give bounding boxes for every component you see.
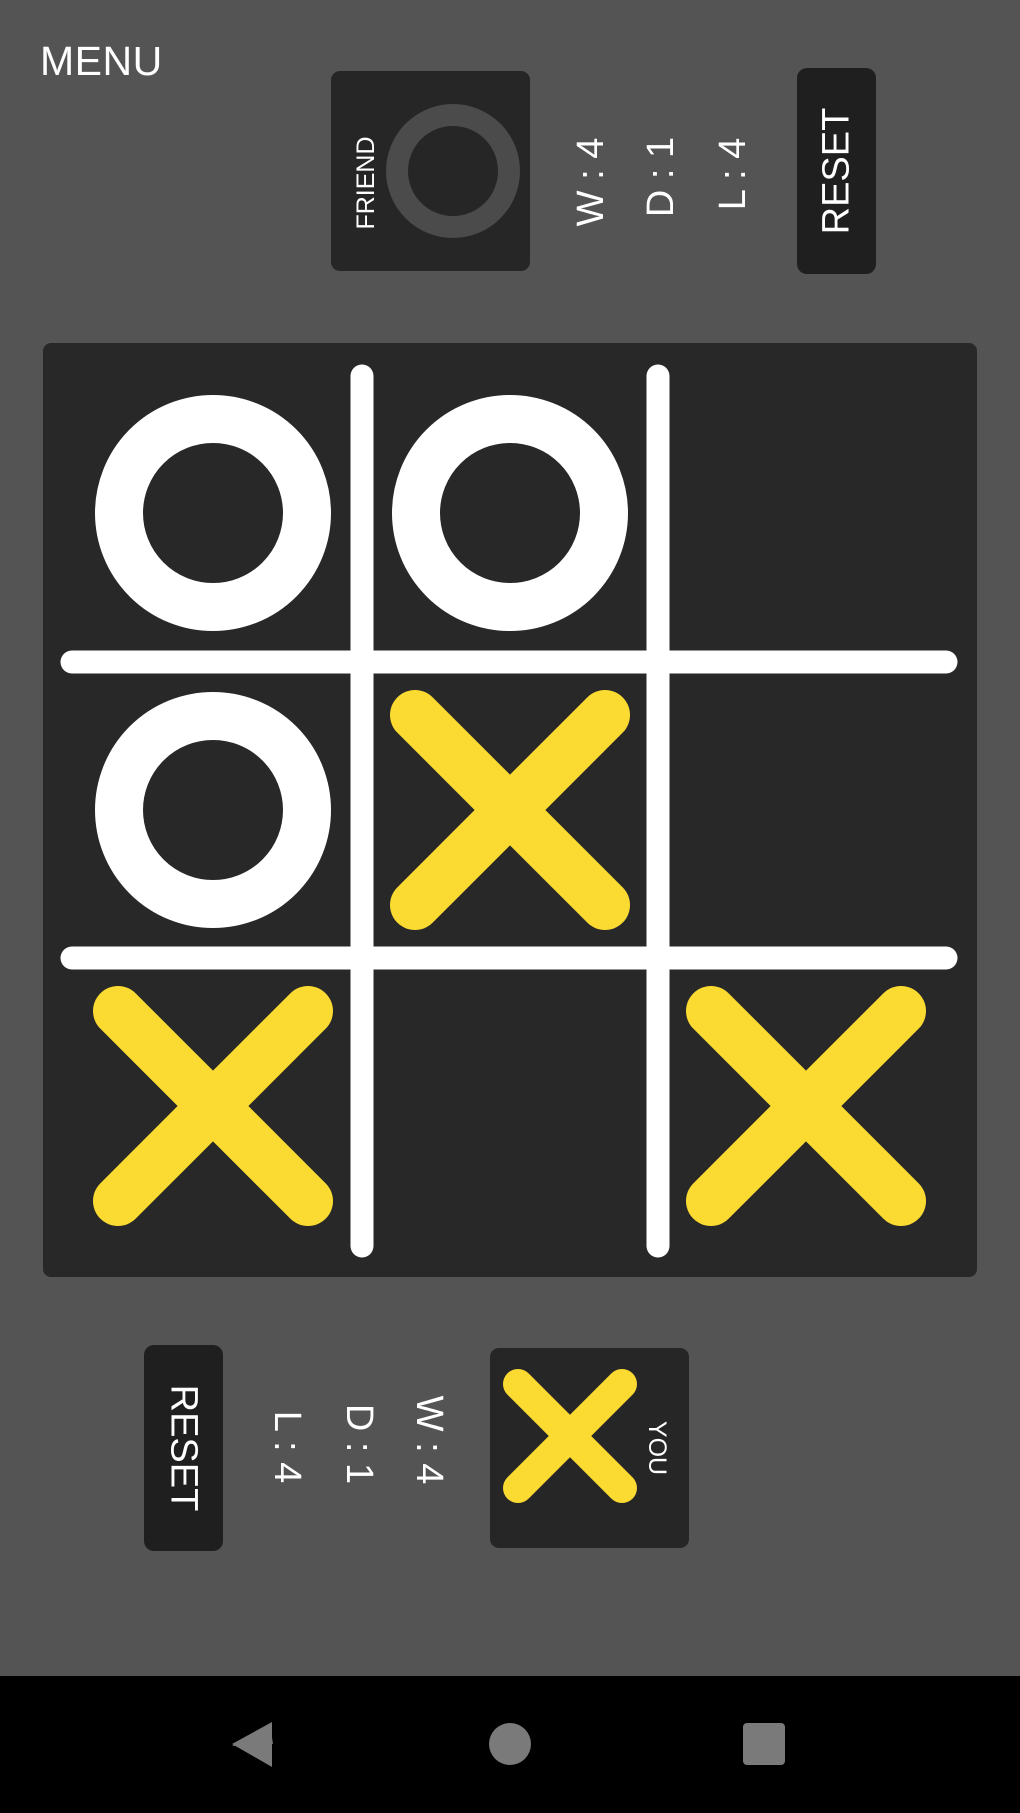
board-cell-2-2[interactable] xyxy=(666,966,946,1246)
you-draws: D : 1 xyxy=(338,1403,380,1485)
board-cell-0-1[interactable] xyxy=(370,373,650,653)
back-icon-shape[interactable] xyxy=(232,1722,272,1767)
board-marks xyxy=(73,373,946,1246)
you-symbol-card: YOU xyxy=(490,1348,689,1548)
recents-icon[interactable] xyxy=(743,1723,785,1765)
board-cell-1-0[interactable] xyxy=(73,670,353,950)
you-reset-label: RESET xyxy=(162,1384,205,1512)
system-nav-bar xyxy=(0,1676,1020,1813)
friend-o-icon xyxy=(386,104,520,238)
friend-reset-label: RESET xyxy=(815,107,858,235)
friend-reset-button[interactable]: RESET xyxy=(797,68,876,274)
board-cell-2-1[interactable] xyxy=(370,966,650,1246)
friend-draws: D : 1 xyxy=(640,136,682,218)
you-losses: L : 4 xyxy=(266,1410,308,1484)
you-reset-button[interactable]: RESET xyxy=(144,1345,223,1551)
game-screen: MENU FRIEND W : 4 D : 1 L : 4 RESET RESE… xyxy=(0,0,1020,1676)
nav-icons xyxy=(232,1722,785,1767)
friend-losses: L : 4 xyxy=(712,137,754,211)
board-cell-1-1[interactable] xyxy=(370,670,650,950)
home-icon[interactable] xyxy=(489,1723,531,1765)
game-board xyxy=(43,343,977,1277)
board-cell-1-2[interactable] xyxy=(666,670,946,950)
friend-symbol-card: FRIEND xyxy=(331,71,530,271)
you-label: YOU xyxy=(643,1420,671,1476)
you-wins: W : 4 xyxy=(408,1395,450,1485)
board-cell-2-0[interactable] xyxy=(73,966,353,1246)
board-cell-0-0[interactable] xyxy=(73,373,353,653)
board-canvas xyxy=(60,364,958,1258)
friend-wins: W : 4 xyxy=(570,137,612,227)
menu-button[interactable]: MENU xyxy=(40,38,163,85)
board-cell-0-2[interactable] xyxy=(666,373,946,653)
